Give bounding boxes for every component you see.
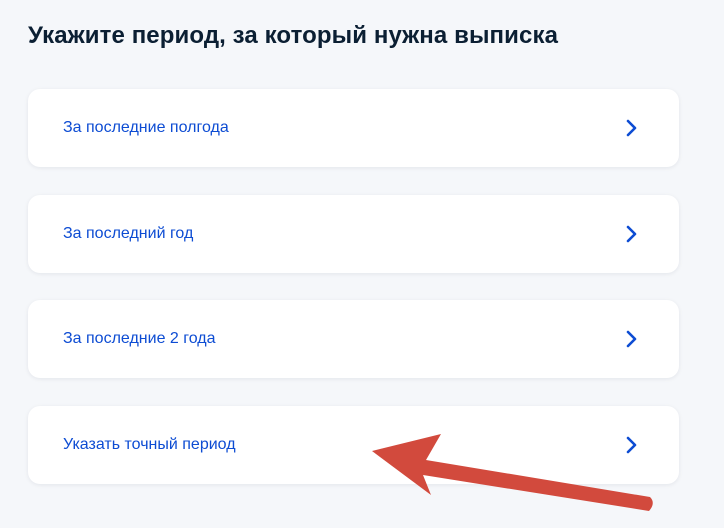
chevron-right-icon [626,225,637,243]
option-label: За последние 2 года [63,330,216,347]
option-last-year[interactable]: За последний год [28,195,679,273]
option-last-2-years[interactable]: За последние 2 года [28,300,679,378]
page-title: Укажите период, за который нужна выписка [28,22,559,49]
option-last-half-year[interactable]: За последние полгода [28,89,679,167]
option-label: За последний год [63,225,194,242]
chevron-right-icon [626,119,637,137]
option-label: Указать точный период [63,436,236,453]
chevron-right-icon [626,436,637,454]
option-exact-period[interactable]: Указать точный период [28,406,679,484]
chevron-right-icon [626,330,637,348]
option-label: За последние полгода [63,119,229,136]
